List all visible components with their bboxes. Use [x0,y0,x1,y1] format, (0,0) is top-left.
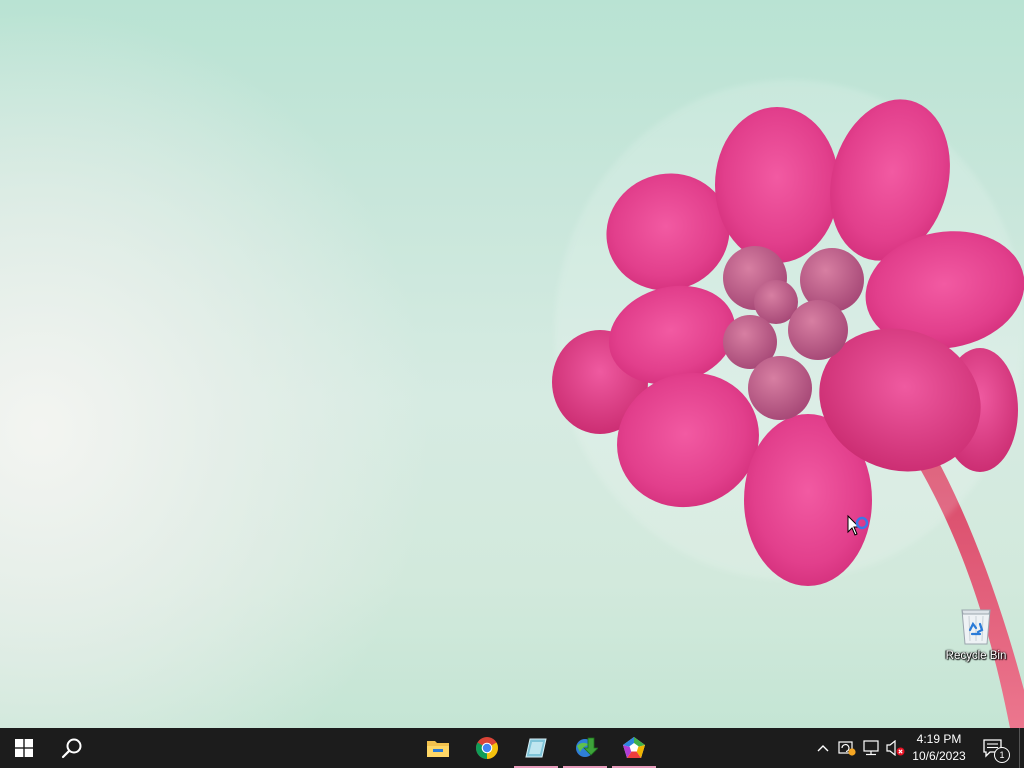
pink-flower-wallpaper [552,80,1024,728]
notification-count-badge: 1 [994,747,1010,763]
file-explorer-icon [427,741,449,757]
colorful-pentagon-app-icon [623,737,645,758]
chevron-up-icon [817,745,829,752]
recycle-bin-icon [961,609,991,645]
desktop-icon-recycle-bin[interactable]: Recycle Bin [940,600,1012,672]
desktop[interactable]: Recycle Bin [0,0,1024,728]
internet-download-manager-icon [576,737,598,757]
app-window-icon [525,738,547,758]
mouse-cursor-icon [847,514,869,536]
tray-network-button[interactable] [860,728,882,768]
taskbar-file-explorer[interactable] [414,728,462,768]
windows-logo-icon [15,739,33,757]
taskbar: 4:19 PM 10/6/2023 1 [0,728,1024,768]
chrome-icon [476,737,498,759]
clock-time: 4:19 PM [916,732,962,746]
action-center-button[interactable]: 1 [976,728,1016,768]
search-icon [61,738,82,759]
recycle-bin-label: Recycle Bin [945,650,1007,662]
taskbar-clock[interactable]: 4:19 PM 10/6/2023 [906,728,972,768]
taskbar-download-manager[interactable] [561,728,609,768]
show-hidden-icons-button[interactable] [814,728,832,768]
search-button[interactable] [48,728,96,768]
tray-volume-button[interactable] [884,728,906,768]
show-desktop-button[interactable] [1019,728,1024,768]
start-button[interactable] [0,728,48,768]
taskbar-pentagon-app[interactable] [610,728,658,768]
taskbar-chrome[interactable] [463,728,511,768]
network-icon [863,740,879,756]
tray-update-button[interactable] [836,728,858,768]
taskbar-app-window[interactable] [512,728,560,768]
volume-muted-icon [886,740,905,756]
update-icon [838,741,856,756]
clock-date: 10/6/2023 [912,749,966,763]
